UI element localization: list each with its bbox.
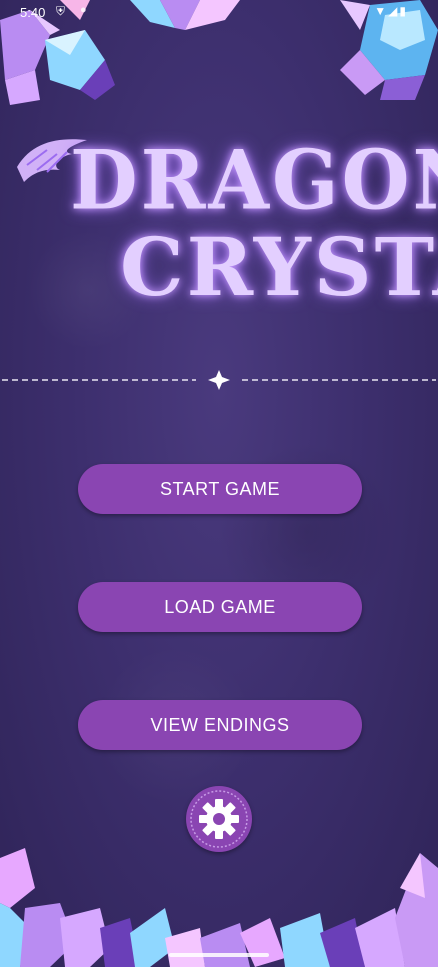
title-line-1: DRAGONS [70,132,438,229]
signal-icon: ◢ [388,4,400,18]
game-title: DRAGONS CRYSTAL [0,120,438,320]
load-game-button[interactable]: LOAD GAME [78,582,362,632]
status-time: 5:40 [20,5,46,20]
view-endings-button[interactable]: VIEW ENDINGS [78,700,362,750]
wifi-icon: ▼ [374,4,389,18]
main-menu-screen: 5:40 ⛨ ● ▼◢▮ DRAGONS CRYSTAL [0,0,438,967]
home-indicator[interactable] [169,953,269,957]
crystal-cluster-bottom [0,848,438,967]
battery-icon: ▮ [399,4,408,18]
chain-divider [2,370,436,390]
title-line-2: CRYSTAL [120,220,438,314]
status-bar: 5:40 ⛨ ● ▼◢▮ [0,0,438,26]
settings-button[interactable] [186,786,252,852]
notification-dot-icon: ● [80,4,87,16]
shield-icon: ⛨ [56,4,66,18]
status-icons: ▼◢▮ [374,4,408,18]
gear-icon [190,790,248,848]
sparkle-icon [208,370,230,390]
start-game-button[interactable]: START GAME [78,464,362,514]
